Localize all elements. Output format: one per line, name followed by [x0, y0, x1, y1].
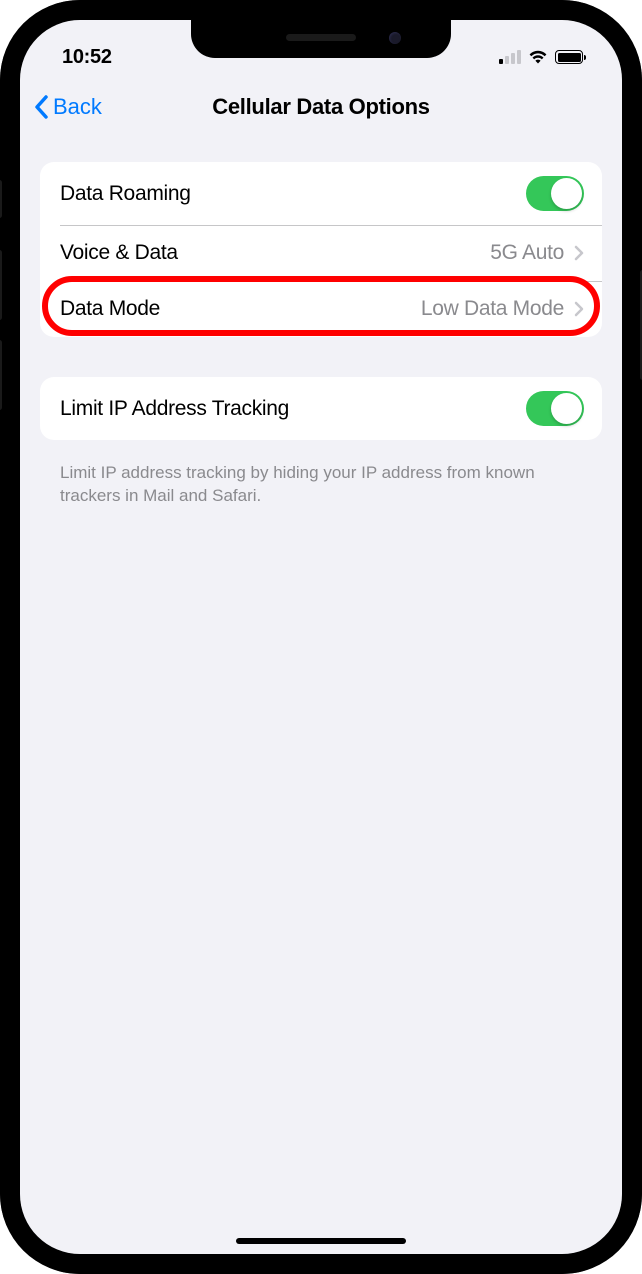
- voice-and-data-row[interactable]: Voice & Data 5G Auto: [40, 225, 602, 281]
- chevron-right-icon: [574, 245, 584, 261]
- navigation-bar: Back Cellular Data Options: [20, 76, 622, 138]
- device-frame: 10:52: [0, 0, 642, 1274]
- status-time: 10:52: [62, 46, 112, 69]
- content: Data Roaming Voice & Data 5G Auto: [20, 138, 622, 508]
- limit-ip-tracking-row[interactable]: Limit IP Address Tracking: [40, 377, 602, 440]
- chevron-right-icon: [574, 301, 584, 317]
- screen: 10:52: [20, 20, 622, 1254]
- home-indicator[interactable]: [236, 1238, 406, 1244]
- settings-group-1: Data Roaming Voice & Data 5G Auto: [40, 162, 602, 337]
- row-label: Voice & Data: [60, 241, 178, 265]
- limit-ip-tracking-toggle[interactable]: [526, 391, 584, 426]
- row-label: Data Roaming: [60, 182, 191, 206]
- cellular-signal-icon: [499, 50, 521, 64]
- volume-down-button: [0, 340, 2, 410]
- group-footer-text: Limit IP address tracking by hiding your…: [40, 452, 602, 508]
- notch: [191, 20, 451, 58]
- toggle-knob: [551, 393, 582, 424]
- data-mode-row[interactable]: Data Mode Low Data Mode: [40, 281, 602, 337]
- battery-icon: [555, 50, 586, 64]
- data-roaming-toggle[interactable]: [526, 176, 584, 211]
- back-label: Back: [53, 94, 102, 120]
- row-label: Data Mode: [60, 297, 160, 321]
- data-roaming-row[interactable]: Data Roaming: [40, 162, 602, 225]
- row-value: Low Data Mode: [421, 297, 564, 321]
- chevron-left-icon: [34, 95, 49, 119]
- page-title: Cellular Data Options: [212, 94, 429, 120]
- volume-up-button: [0, 250, 2, 320]
- row-value: 5G Auto: [490, 241, 564, 265]
- back-button[interactable]: Back: [34, 94, 102, 120]
- status-icons: [499, 50, 586, 64]
- row-label: Limit IP Address Tracking: [60, 397, 289, 421]
- silence-switch: [0, 180, 2, 218]
- settings-group-2: Limit IP Address Tracking: [40, 377, 602, 440]
- wifi-icon: [528, 50, 548, 64]
- toggle-knob: [551, 178, 582, 209]
